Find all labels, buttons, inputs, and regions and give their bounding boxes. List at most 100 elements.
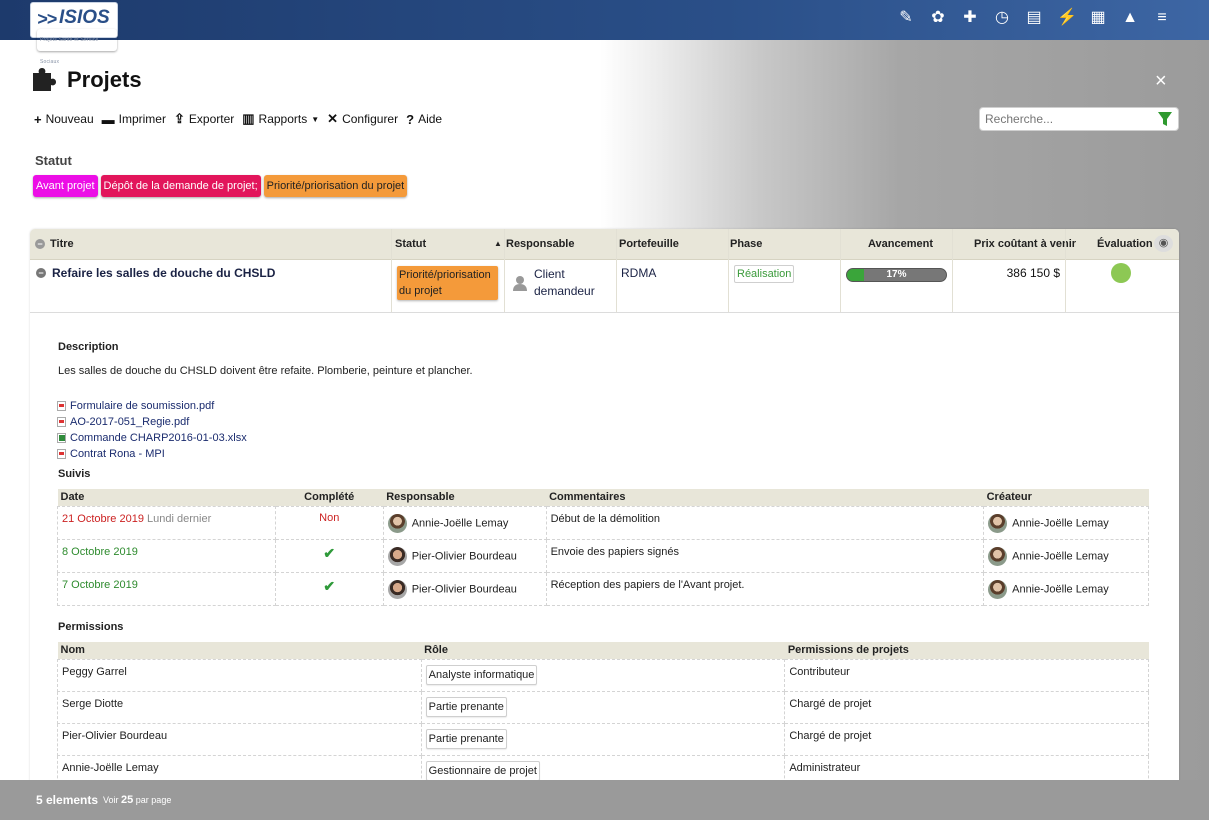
close-icon[interactable]: × (1155, 70, 1167, 93)
role-chip[interactable]: Analyste informatique (425, 664, 538, 685)
file-link[interactable]: AO-2017-051_Regie.pdf (57, 414, 247, 430)
lightning-icon[interactable]: ⚡ (1057, 9, 1077, 27)
suivi-commentaire: Réception des papiers de l'Avant projet. (550, 578, 745, 591)
col-title[interactable]: Titre (50, 238, 74, 250)
progress-bar: 17% (846, 268, 947, 282)
caret-down-icon: ▼ (311, 114, 320, 124)
suivi-responsable: Annie-Joëlle Lemay (411, 516, 509, 529)
print-button[interactable]: ▬ Imprimer (102, 111, 166, 127)
chart-icon: ▥ (242, 111, 255, 126)
status-tag-avant-projet[interactable]: Avant projet (33, 175, 98, 197)
project-title-cell[interactable]: − Refaire les salles de douche du CHSLD (36, 266, 275, 280)
configure-button[interactable]: ✕ Configurer (327, 111, 398, 127)
per-page-label: par page (135, 795, 172, 805)
reports-dropdown[interactable]: ▥ Rapports ▼ (242, 111, 319, 127)
avatar (387, 579, 407, 599)
per-page-value[interactable]: 25 (121, 794, 133, 806)
suivi-createur: Annie-Joëlle Lemay (1012, 582, 1109, 595)
perm-level: Administrateur (789, 761, 861, 774)
puzzle-icon (33, 68, 56, 91)
puzzle-icon[interactable]: ✚ (961, 9, 979, 27)
suivis-col-responsable: Responsable (383, 489, 547, 506)
role-chip[interactable]: Partie prenante (425, 728, 507, 749)
check-icon: ✔ (323, 544, 336, 561)
logo-tagline: Projets Santé et Service Sociaux (37, 29, 117, 65)
table-header: − Titre Statut ▲ Responsable Portefeuill… (30, 229, 1179, 260)
new-label: Nouveau (45, 112, 94, 126)
toolbar: + Nouveau ▬ Imprimer ⇪ Exporter ▥ Rapports ▼ … (34, 111, 442, 127)
page-title: Projets (67, 67, 142, 92)
perm-level: Chargé de projet (789, 697, 872, 710)
file-link[interactable]: Commande CHARP2016-01-03.xlsx (57, 430, 247, 446)
eye-icon[interactable]: ◉ (1154, 235, 1173, 252)
col-evaluation[interactable]: Évaluation (1097, 238, 1153, 250)
see-label: Voir (103, 795, 119, 805)
suivi-commentaire: Envoie des papiers signés (550, 545, 679, 558)
calendar-icon[interactable]: ▦ (1089, 9, 1107, 27)
role-chip[interactable]: Gestionnaire de projet (425, 760, 540, 781)
role-chip[interactable]: Partie prenante (425, 696, 507, 717)
element-count: 5 elements (36, 793, 99, 807)
file-name[interactable]: Contrat Rona - MPI (70, 448, 165, 460)
bell-icon[interactable]: ▲ (1121, 9, 1139, 27)
top-icons: ✎ ✿ ✚ ◷ ▤ ⚡ ▦ ▲ ≡ (897, 9, 1171, 27)
permission-row: Peggy Garrel Analyste informatique Contrib… (57, 658, 1149, 692)
suivis-col-complete: Complété (275, 489, 384, 506)
suivis-col-createur: Créateur (983, 489, 1149, 506)
col-avancement[interactable]: Avancement (868, 238, 933, 250)
suivi-commentaire: Début de la démolition (550, 512, 661, 525)
status-tag-depot[interactable]: Dépôt de la demande de projet; (100, 175, 261, 197)
col-phase[interactable]: Phase (730, 238, 762, 250)
file-name[interactable]: AO-2017-051_Regie.pdf (70, 416, 189, 428)
suivi-row: 8 Octobre 2019 ✔ Pier-Olivier Bourdeau Env… (57, 538, 1149, 573)
collapse-all-icon[interactable]: − (35, 239, 45, 249)
isios-logo[interactable]: >> ISIOS Projets Santé et Service Sociau… (30, 2, 118, 65)
responsable-line1: Client (534, 267, 565, 281)
suivis-table: Date Complété Responsable Commentaires C… (57, 489, 1149, 606)
per-page-control[interactable]: Voir 25 par page (103, 794, 171, 806)
print-label: Imprimer (118, 112, 166, 126)
suivis-col-date: Date (57, 489, 276, 506)
perm-nom: Serge Diotte (62, 697, 124, 710)
footer-bar: 5 elements Voir 25 par page (0, 780, 1209, 820)
perm-nom: Pier-Olivier Bourdeau (62, 729, 168, 742)
help-button[interactable]: ? Aide (406, 111, 442, 127)
search-input[interactable] (980, 108, 1150, 130)
status-tags: Avant projet Dépôt de la demande de proj… (33, 175, 408, 197)
col-prix[interactable]: Prix coûtant à venir (974, 238, 1076, 250)
col-responsable[interactable]: Responsable (506, 238, 574, 250)
brain-icon[interactable]: ✿ (929, 9, 947, 27)
document-icon[interactable]: ▤ (1025, 9, 1043, 27)
project-title[interactable]: Refaire les salles de douche du CHSLD (52, 266, 275, 280)
file-name[interactable]: Commande CHARP2016-01-03.xlsx (70, 432, 247, 444)
col-portefeuille[interactable]: Portefeuille (619, 238, 679, 250)
project-row[interactable]: − Refaire les salles de douche du CHSLD … (30, 260, 1179, 313)
plus-icon: + (34, 111, 42, 127)
suivi-date-extra: Lundi dernier (147, 512, 212, 525)
file-link[interactable]: Formulaire de soumission.pdf (57, 398, 247, 414)
collapse-row-icon[interactable]: − (36, 268, 46, 278)
suivi-date: 8 Octobre 2019 (62, 545, 138, 558)
avatar (988, 546, 1008, 566)
perm-level: Contributeur (789, 665, 850, 678)
new-button[interactable]: + Nouveau (34, 111, 94, 127)
status-tag-priorite[interactable]: Priorité/priorisation du projet (263, 175, 408, 197)
suivi-createur: Annie-Joëlle Lemay (1012, 549, 1109, 562)
project-prix: 386 150 $ (1006, 266, 1060, 280)
permission-row: Serge Diotte Partie prenante Chargé de pro… (57, 690, 1149, 724)
pin-icon[interactable]: ✎ (897, 9, 915, 27)
menu-icon[interactable]: ≡ (1153, 9, 1171, 27)
filter-icon[interactable] (1157, 111, 1173, 128)
col-statut[interactable]: Statut (395, 238, 426, 250)
file-name[interactable]: Formulaire de soumission.pdf (70, 400, 214, 412)
description-heading: Description (58, 341, 119, 353)
export-button[interactable]: ⇪ Exporter (174, 111, 234, 127)
stopwatch-icon[interactable]: ◷ (993, 9, 1011, 27)
project-phase-badge: Réalisation (734, 265, 795, 283)
pdf-file-icon (57, 417, 66, 427)
help-label: Aide (418, 112, 443, 126)
logo-mark: >> (37, 9, 57, 29)
sort-asc-icon[interactable]: ▲ (494, 239, 502, 248)
avatar (988, 579, 1008, 599)
file-link[interactable]: Contrat Rona - MPI (57, 446, 247, 462)
